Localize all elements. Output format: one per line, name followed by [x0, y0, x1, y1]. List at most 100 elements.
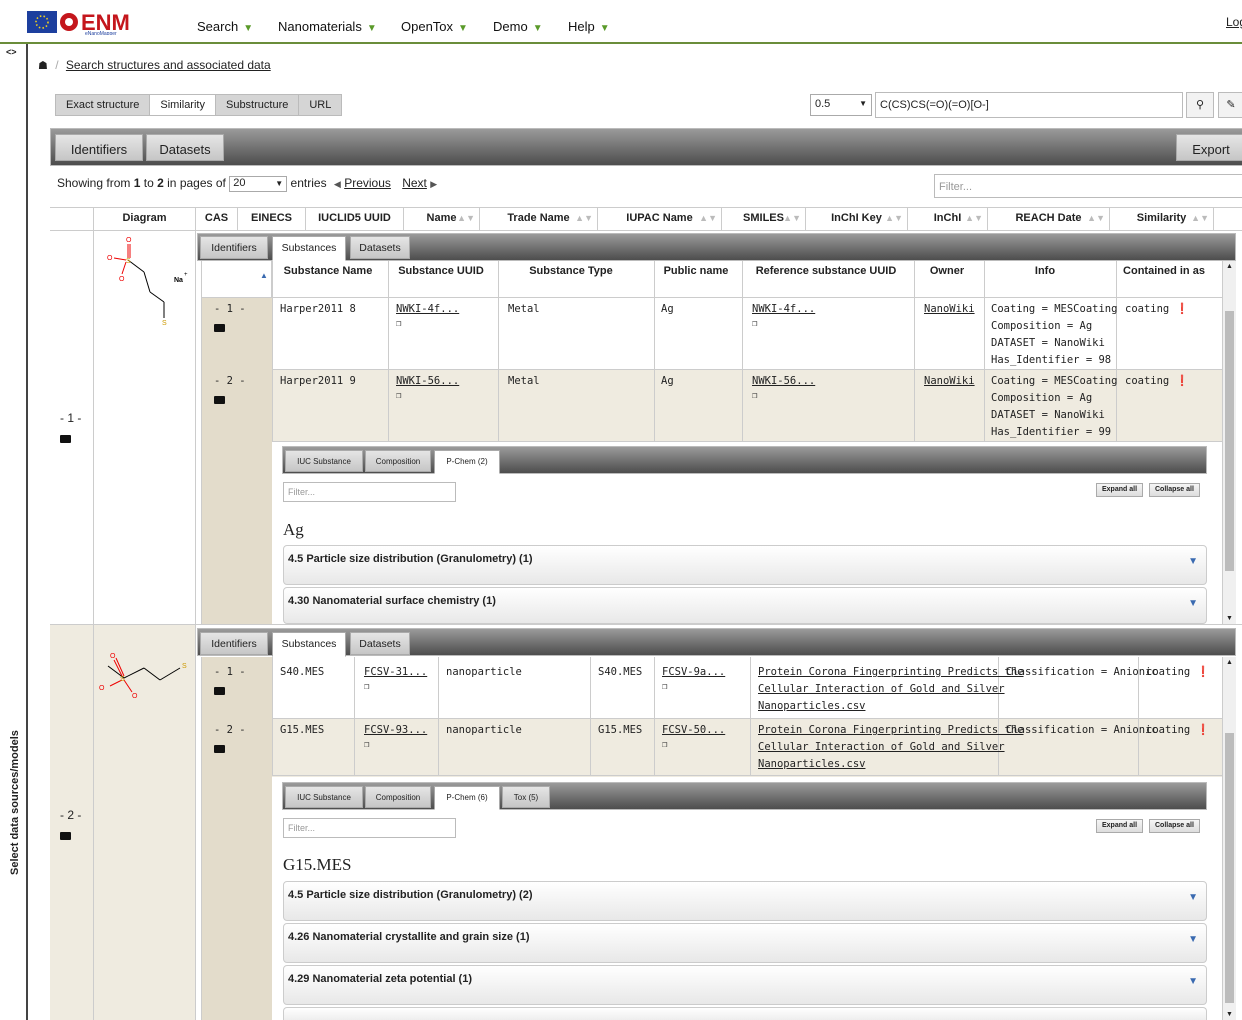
copy-icon[interactable]: ❐: [662, 679, 667, 696]
col-diagram[interactable]: Diagram: [94, 208, 196, 230]
folder-open-icon[interactable]: [214, 393, 225, 407]
nav-nanomaterials[interactable]: Nanomaterials ▼: [278, 19, 377, 34]
molecule-diagram[interactable]: O S O O S: [96, 640, 192, 710]
tab-datasets[interactable]: Datasets: [350, 632, 410, 655]
accordion-section[interactable]: [283, 1007, 1207, 1020]
col-smiles[interactable]: SMILES ▲▼: [722, 208, 806, 230]
collapse-all-button[interactable]: Collapse all: [1149, 483, 1200, 497]
reference-uuid-link[interactable]: FCSV-9a...: [662, 664, 725, 681]
accordion-section[interactable]: 4.5 Particle size distribution (Granulom…: [283, 881, 1207, 921]
owner-link[interactable]: NanoWiki: [924, 373, 975, 390]
tab-pchem[interactable]: P-Chem (2): [434, 450, 500, 474]
breadcrumb-link[interactable]: Search structures and associated data: [66, 58, 271, 72]
table-filter-input[interactable]: Filter...: [934, 174, 1242, 198]
reference-uuid-link[interactable]: FCSV-50...: [662, 722, 725, 739]
substance-uuid-link[interactable]: NWKI-4f...: [396, 301, 459, 318]
sidebar-toggle-icon[interactable]: <>: [6, 47, 17, 57]
info-icon[interactable]: ❗: [1197, 724, 1210, 736]
nav-search[interactable]: Search ▼: [197, 19, 253, 34]
sidebar-label[interactable]: Select data sources/models: [9, 730, 21, 875]
accordion-section[interactable]: 4.26 Nanomaterial crystallite and grain …: [283, 923, 1207, 963]
substance-uuid-link[interactable]: FCSV-93...: [364, 722, 427, 739]
subcol-substance-type[interactable]: Substance Type: [498, 263, 644, 279]
col-trade-name[interactable]: Trade Name ▲▼: [480, 208, 598, 230]
page-size-select[interactable]: 20 ▼: [229, 176, 288, 192]
tab-pchem[interactable]: P-Chem (6): [434, 786, 500, 810]
col-iupac-name[interactable]: IUPAC Name ▲▼: [598, 208, 722, 230]
copy-icon[interactable]: ❐: [364, 679, 369, 696]
query-input[interactable]: C(CS)CS(=O)(=O)[O-]: [875, 92, 1183, 118]
subcol-info[interactable]: Info: [990, 263, 1100, 279]
col-cas[interactable]: CAS: [196, 208, 238, 230]
tab-substances[interactable]: Substances: [272, 632, 346, 657]
col-einecs[interactable]: EINECS: [238, 208, 306, 230]
home-icon[interactable]: ☗: [38, 60, 48, 72]
previous-link[interactable]: Previous: [344, 176, 391, 190]
detail-filter-input[interactable]: Filter...: [283, 482, 456, 502]
copy-icon[interactable]: ❐: [396, 316, 401, 333]
substructure-button[interactable]: Substructure: [216, 95, 300, 115]
reference-uuid-link[interactable]: NWKI-56...: [752, 373, 815, 390]
threshold-select[interactable]: 0.5 ▼: [810, 94, 872, 116]
info-icon[interactable]: ❗: [1197, 666, 1210, 678]
next-link[interactable]: Next: [402, 176, 427, 190]
tab-identifiers[interactable]: Identifiers: [55, 134, 143, 161]
folder-open-icon[interactable]: [60, 829, 71, 843]
subcol-substance-uuid[interactable]: Substance UUID: [388, 263, 494, 279]
collapse-all-button[interactable]: Collapse all: [1149, 819, 1200, 833]
col-iuclid5-uuid[interactable]: IUCLID5 UUID: [306, 208, 404, 230]
col-inchi[interactable]: InChI ▲▼: [908, 208, 988, 230]
molecule-diagram[interactable]: O S O O S Na +: [100, 234, 192, 326]
expand-all-button[interactable]: Expand all: [1096, 483, 1144, 497]
copy-icon[interactable]: ❐: [752, 388, 757, 405]
login-link[interactable]: Log: [1226, 15, 1242, 29]
accordion-section[interactable]: 4.30 Nanomaterial surface chemistry (1) ▼: [283, 587, 1207, 624]
accordion-section[interactable]: 4.5 Particle size distribution (Granulom…: [283, 545, 1207, 585]
subcol-contained-in[interactable]: Contained in as: [1122, 263, 1206, 279]
tab-composition[interactable]: Composition: [365, 786, 431, 808]
folder-open-icon[interactable]: [214, 742, 225, 756]
tab-tox[interactable]: Tox (5): [502, 786, 550, 808]
similarity-button[interactable]: Similarity: [150, 95, 216, 115]
draw-icon[interactable]: ✎: [1218, 92, 1242, 118]
folder-icon[interactable]: [214, 684, 225, 698]
substance-uuid-link[interactable]: FCSV-31...: [364, 664, 427, 681]
substance-uuid-link[interactable]: NWKI-56...: [396, 373, 459, 390]
expand-all-button[interactable]: Expand all: [1096, 819, 1144, 833]
subcol-substance-name[interactable]: Substance Name: [272, 263, 384, 279]
enanomapper-logo[interactable]: ENM eNanoMapper: [27, 11, 151, 35]
copy-icon[interactable]: ❐: [752, 316, 757, 333]
tab-datasets[interactable]: Datasets: [146, 134, 224, 161]
reference-uuid-link[interactable]: NWKI-4f...: [752, 301, 815, 318]
tab-datasets[interactable]: Datasets: [350, 236, 410, 259]
scrollbar[interactable]: ▲ ▼: [1222, 261, 1236, 624]
search-icon[interactable]: ⚲: [1186, 92, 1214, 118]
info-icon[interactable]: ❗: [1176, 303, 1189, 315]
subcol-public-name[interactable]: Public name: [658, 263, 734, 279]
url-button[interactable]: URL: [299, 95, 341, 115]
subcol-reference-uuid[interactable]: Reference substance UUID: [746, 263, 906, 279]
detail-filter-input[interactable]: Filter...: [283, 818, 456, 838]
nav-opentox[interactable]: OpenTox ▼: [401, 19, 468, 34]
nav-help[interactable]: Help ▼: [568, 19, 610, 34]
tab-identifiers[interactable]: Identifiers: [200, 236, 268, 259]
copy-icon[interactable]: ❐: [662, 737, 667, 754]
subcol-owner[interactable]: Owner: [917, 263, 977, 279]
tab-iuc-substance[interactable]: IUC Substance: [285, 450, 363, 472]
exact-structure-button[interactable]: Exact structure: [56, 95, 151, 115]
col-similarity[interactable]: Similarity ▲▼: [1110, 208, 1214, 230]
copy-icon[interactable]: ❐: [364, 737, 369, 754]
tab-identifiers[interactable]: Identifiers: [200, 632, 268, 655]
col-reach-date[interactable]: REACH Date ▲▼: [988, 208, 1110, 230]
folder-icon[interactable]: [214, 321, 225, 335]
copy-icon[interactable]: ❐: [396, 388, 401, 405]
tab-iuc-substance[interactable]: IUC Substance: [285, 786, 363, 808]
info-icon[interactable]: ❗: [1176, 375, 1189, 387]
accordion-section[interactable]: 4.29 Nanomaterial zeta potential (1) ▼: [283, 965, 1207, 1005]
export-button[interactable]: Export: [1176, 134, 1242, 161]
folder-open-icon[interactable]: [60, 432, 71, 446]
tab-composition[interactable]: Composition: [365, 450, 431, 472]
owner-link[interactable]: Protein Corona Fingerprinting Predicts t…: [758, 722, 1024, 773]
col-inchi-key[interactable]: InChI Key ▲▼: [806, 208, 908, 230]
owner-link[interactable]: NanoWiki: [924, 301, 975, 318]
